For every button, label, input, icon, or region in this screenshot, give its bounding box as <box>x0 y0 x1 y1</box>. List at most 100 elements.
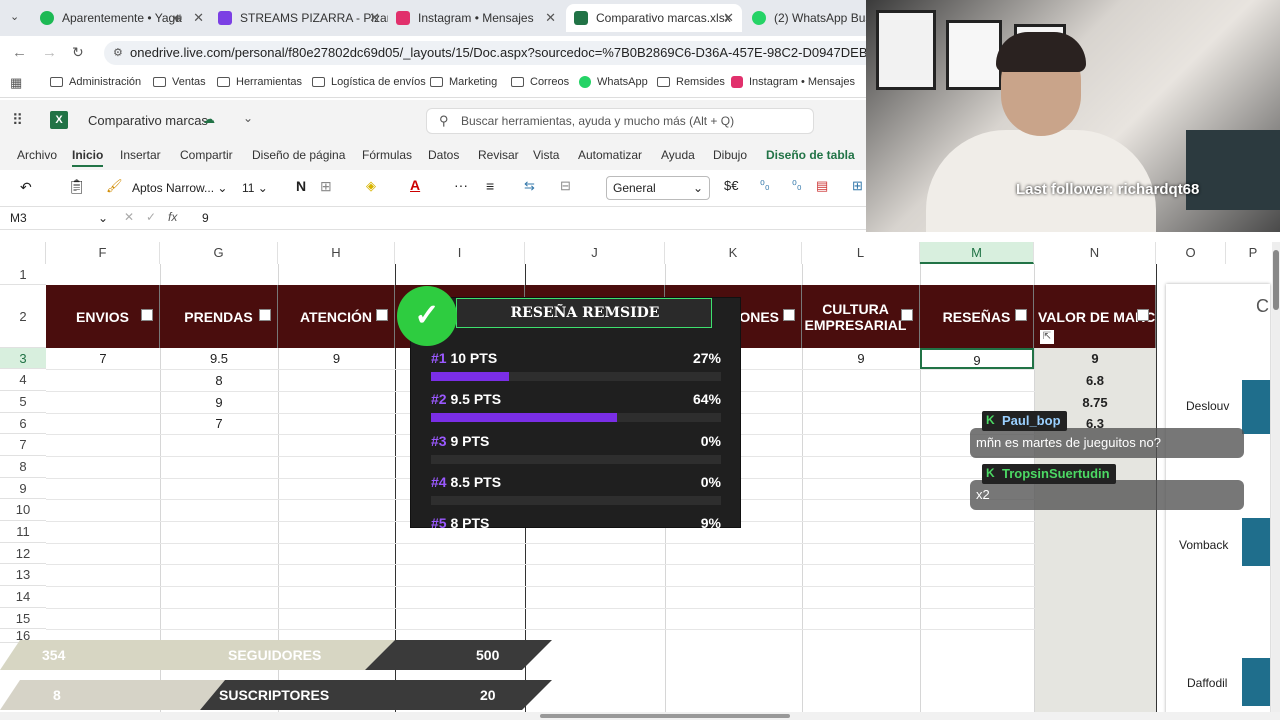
column-header-i[interactable]: I <box>395 242 525 264</box>
select-all-corner[interactable] <box>0 242 46 264</box>
header-cultura[interactable]: CULTURA EMPRESARIAL <box>802 285 920 348</box>
row-header[interactable]: 3 <box>0 348 46 369</box>
menu-dibujo[interactable]: Dibujo <box>713 148 747 162</box>
menu-compartir[interactable]: Compartir <box>180 148 233 162</box>
bookmark-marketing[interactable]: Marketing <box>430 76 497 88</box>
menu-diseno-tabla[interactable]: Diseño de tabla <box>766 148 855 162</box>
header-prendas[interactable]: PRENDAS <box>160 285 278 348</box>
menu-datos[interactable]: Datos <box>428 148 459 162</box>
column-header-g[interactable]: G <box>160 242 278 264</box>
conditional-format-icon[interactable]: ▤ <box>816 178 828 194</box>
tab-2[interactable]: Instagram • Mensajes ✕ <box>388 4 564 32</box>
row-header[interactable]: 5 <box>0 391 46 413</box>
row-header[interactable]: 2 <box>0 285 46 348</box>
menu-archivo[interactable]: Archivo <box>17 148 57 162</box>
column-header-o[interactable]: O <box>1156 242 1226 264</box>
wrap-text-icon[interactable]: ⇆ <box>524 178 535 194</box>
bookmark-instagram[interactable]: Instagram • Mensajes <box>731 76 855 88</box>
menu-diseno-pagina[interactable]: Diseño de página <box>252 148 345 162</box>
search-box[interactable]: ⚲ Buscar herramientas, ayuda y mucho más… <box>426 108 814 134</box>
filter-dropdown-icon[interactable] <box>259 309 271 321</box>
tab-0[interactable]: Aparentemente • Yaga 🔊︎ ✕ <box>32 4 212 32</box>
bookmark-whatsapp[interactable]: WhatsApp <box>579 76 648 88</box>
cell-n5[interactable]: 8.75 <box>1034 392 1156 413</box>
menu-insertar[interactable]: Insertar <box>120 148 161 162</box>
forward-icon[interactable]: → <box>42 44 57 61</box>
filter-dropdown-icon[interactable] <box>783 309 795 321</box>
close-tab-icon[interactable]: ✕ <box>545 10 556 26</box>
scrollbar-thumb[interactable] <box>1273 250 1279 310</box>
row-header[interactable]: 9 <box>0 478 46 499</box>
row-header[interactable]: 4 <box>0 369 46 391</box>
close-tab-icon[interactable]: ✕ <box>723 10 734 26</box>
cell-g5[interactable]: 9 <box>160 392 278 413</box>
menu-ayuda[interactable]: Ayuda <box>661 148 695 162</box>
more-options-icon[interactable]: ··· <box>454 177 468 193</box>
row-header[interactable]: 13 <box>0 564 46 586</box>
tab-1[interactable]: STREAMS PIZARRA - Pizar ✕ <box>210 4 388 32</box>
align-icon[interactable]: ≡ <box>486 178 494 194</box>
scrollbar-thumb[interactable] <box>540 714 790 718</box>
site-info-icon[interactable]: ⚙ <box>113 41 123 65</box>
fill-color-icon[interactable]: ◈ <box>366 178 376 194</box>
row-header[interactable]: 1 <box>0 264 46 285</box>
column-header-f[interactable]: F <box>46 242 160 264</box>
bookmark-correos[interactable]: Correos <box>511 76 569 88</box>
tab-4[interactable]: (2) WhatsApp Busines <box>744 4 866 32</box>
font-name-select[interactable]: Aptos Narrow... ⌄ <box>132 177 232 199</box>
decimal-icon[interactable]: ⁰₀ <box>760 178 770 192</box>
close-tab-icon[interactable]: ✕ <box>193 10 204 26</box>
tab-3-active[interactable]: Comparativo marcas.xlsx ✕ <box>566 4 742 32</box>
row-header[interactable]: 15 <box>0 608 46 629</box>
column-header-n[interactable]: N <box>1034 242 1156 264</box>
menu-revisar[interactable]: Revisar <box>478 148 519 162</box>
font-color-icon[interactable]: A <box>410 177 420 193</box>
row-header[interactable]: 14 <box>0 586 46 608</box>
function-icon[interactable]: fx <box>168 210 177 224</box>
merge-icon[interactable]: ⊟ <box>560 178 571 194</box>
title-chevron-icon[interactable]: ⌄ <box>243 111 253 125</box>
url-field[interactable]: ⚙ onedrive.live.com/personal/f80e27802dc… <box>104 41 884 65</box>
row-header[interactable]: 10 <box>0 499 46 521</box>
currency-icon[interactable]: $€ <box>724 178 738 193</box>
back-icon[interactable]: ← <box>12 44 27 61</box>
menu-automatizar[interactable]: Automatizar <box>578 148 642 162</box>
cell-n3[interactable]: 9 <box>1034 348 1156 369</box>
close-tab-icon[interactable]: ✕ <box>369 10 380 26</box>
paste-options-icon[interactable]: ⇱ <box>1040 330 1054 344</box>
undo-icon[interactable]: ↶ <box>20 179 32 196</box>
header-envios[interactable]: ENVIOS <box>46 285 160 348</box>
cell-m3-selected[interactable]: 9 <box>920 348 1034 369</box>
horizontal-scrollbar[interactable] <box>0 712 1280 720</box>
column-header-m[interactable]: M <box>920 242 1034 264</box>
bookmark-remsides[interactable]: Remsides <box>657 76 725 88</box>
column-header-h[interactable]: H <box>278 242 395 264</box>
borders-icon[interactable]: ⊞ <box>320 178 332 195</box>
cell-g4[interactable]: 8 <box>160 370 278 391</box>
row-header[interactable]: 12 <box>0 543 46 564</box>
bookmark-logistica[interactable]: Logística de envíos <box>312 76 426 88</box>
bold-icon[interactable]: N <box>296 178 306 194</box>
filter-dropdown-icon[interactable] <box>376 309 388 321</box>
cell-f3[interactable]: 7 <box>46 348 160 369</box>
menu-formulas[interactable]: Fórmulas <box>362 148 412 162</box>
name-box[interactable]: M3 ⌄ <box>6 209 110 228</box>
filter-dropdown-icon[interactable] <box>901 309 913 321</box>
cell-l3[interactable]: 9 <box>802 348 920 369</box>
cell-n4[interactable]: 6.8 <box>1034 370 1156 391</box>
row-header[interactable]: 11 <box>0 521 46 543</box>
cancel-icon[interactable]: ✕ <box>124 210 134 224</box>
filter-dropdown-icon[interactable] <box>1015 309 1027 321</box>
table-format-icon[interactable]: ⊞ <box>852 178 863 194</box>
row-header[interactable]: 7 <box>0 434 46 456</box>
column-header-j[interactable]: J <box>525 242 665 264</box>
reload-icon[interactable]: ↻ <box>72 44 84 61</box>
filter-dropdown-icon[interactable] <box>1137 309 1149 321</box>
vertical-scrollbar[interactable] <box>1272 242 1280 720</box>
format-painter-icon[interactable]: 🖌︎ <box>106 178 123 194</box>
column-header-l[interactable]: L <box>802 242 920 264</box>
bookmark-herramientas[interactable]: Herramientas <box>217 76 302 88</box>
decimal-decrease-icon[interactable]: ⁰₀ <box>792 178 802 192</box>
confirm-icon[interactable]: ✓ <box>146 210 156 224</box>
font-size-select[interactable]: 11 ⌄ <box>242 177 282 199</box>
